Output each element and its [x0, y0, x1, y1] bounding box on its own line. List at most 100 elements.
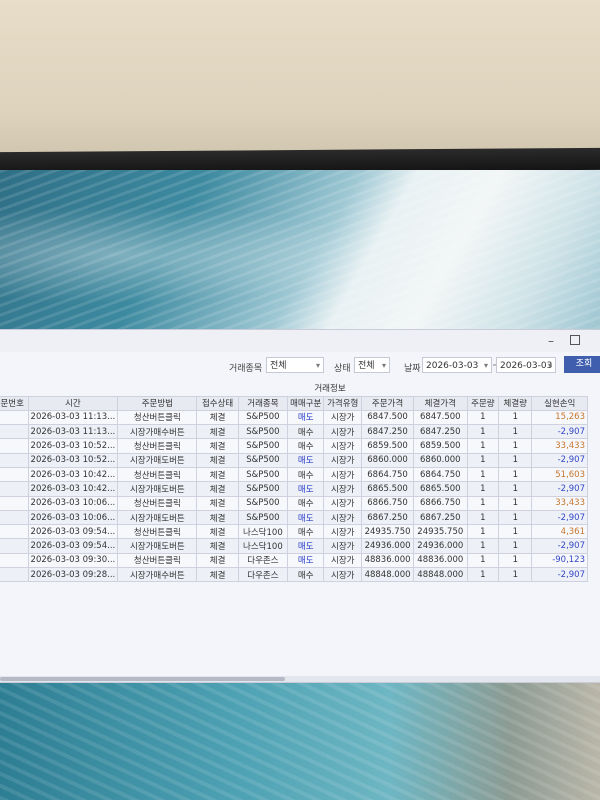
column-header[interactable]: 체결가격 — [412, 395, 468, 411]
table-row[interactable]: 2026-03-03 10:06... 청산버튼클릭 체결 S&P500 매수 시장가 68… — [0, 495, 588, 511]
table-row[interactable]: 2026-03-03 10:52... 청산버튼클릭 체결 S&P500 매수 시장가 68… — [0, 438, 588, 454]
column-header[interactable]: 실현손익 — [531, 395, 588, 411]
table-cell: 1 — [498, 495, 533, 511]
table-row[interactable]: 2026-03-03 09:54... 시장가매도버튼 체결 나스닥100 매도 시장가 2… — [0, 538, 588, 554]
table-row[interactable]: 2026-03-03 09:30... 청산버튼클릭 체결 다우존스 매도 시장가 4883… — [0, 552, 588, 569]
column-header[interactable]: 주문방법 — [117, 395, 198, 411]
table-row[interactable]: 2026-03-03 09:54... 청산버튼클릭 체결 나스닥100 매수 시장가 24… — [0, 524, 588, 540]
date-from-input[interactable]: 2026-03-03 ▾ — [422, 357, 492, 373]
table-cell: 2026-03-03 10:52... — [27, 452, 119, 468]
column-header[interactable]: 시간 — [27, 395, 119, 411]
table-cell: 1 — [498, 509, 533, 526]
table-cell — [0, 495, 29, 511]
table-cell: 2026-03-03 10:42... — [27, 481, 119, 497]
table-cell: 24936.000 — [361, 538, 414, 554]
table-cell: -2,907 — [531, 538, 588, 554]
table-cell: 매수 — [287, 424, 325, 440]
table-row[interactable]: 2026-03-03 10:42... 시장가매도버튼 체결 S&P500 매도 시장가 6… — [0, 481, 588, 497]
table-cell — [0, 438, 29, 454]
table-cell: 2026-03-03 10:42... — [27, 466, 119, 483]
desktop-wallpaper-top — [0, 170, 600, 340]
table-cell: 매수 — [287, 524, 325, 540]
column-header[interactable]: 가격유형 — [323, 395, 363, 411]
table-cell: S&P500 — [237, 509, 289, 526]
table-cell: S&P500 — [237, 409, 289, 426]
table-cell: 시장가 — [323, 495, 363, 511]
table-cell: 1 — [498, 438, 533, 454]
table-cell: 매도 — [287, 509, 325, 526]
table-cell: 시장가 — [323, 524, 363, 540]
table-cell: 48848.000 — [361, 567, 414, 583]
symbol-filter-select[interactable]: 전체 ▾ — [266, 357, 324, 373]
table-cell: 청산버튼클릭 — [117, 495, 198, 511]
table-cell: S&P500 — [237, 495, 289, 511]
column-header[interactable]: 주문가격 — [361, 395, 414, 411]
table-cell — [0, 452, 29, 468]
table-cell: 1 — [466, 495, 500, 511]
column-header[interactable]: 매매구분 — [287, 395, 325, 411]
table-cell — [0, 524, 29, 540]
table-cell: 청산버튼클릭 — [117, 438, 198, 454]
table-cell: 24935.750 — [412, 524, 468, 540]
table-cell: 체결 — [196, 567, 239, 583]
column-header[interactable]: 거래종목 — [237, 395, 289, 411]
table-cell: 매도 — [287, 409, 325, 426]
table-row[interactable]: 2026-03-03 10:06... 시장가매도버튼 체결 S&P500 매도 시장가 6… — [0, 509, 588, 526]
table-cell: 6864.750 — [412, 466, 468, 483]
table-cell: -2,907 — [531, 481, 588, 497]
table-cell: 6847.500 — [361, 409, 414, 426]
table-cell: 체결 — [196, 438, 239, 454]
table-cell: 1 — [466, 538, 500, 554]
table-cell: 1 — [466, 524, 500, 540]
column-header[interactable]: 주문량 — [466, 395, 500, 411]
table-row[interactable]: 2026-03-03 10:42... 청산버튼클릭 체결 S&P500 매수 시장가 68… — [0, 466, 588, 483]
table-cell — [0, 424, 29, 440]
table-cell: 매도 — [287, 481, 325, 497]
table-cell: 시장가 — [323, 409, 363, 426]
table-cell: 1 — [498, 424, 533, 440]
table-cell: 체결 — [196, 452, 239, 468]
symbol-filter-value: 전체 — [270, 361, 287, 371]
table-cell: 체결 — [196, 481, 239, 497]
table-cell: 6866.750 — [412, 495, 468, 511]
table-cell: 나스닥100 — [237, 524, 289, 540]
chevron-down-icon: ▾ — [483, 361, 488, 370]
date-to-input[interactable]: 2026-03-03 ▾ — [496, 357, 556, 373]
column-header[interactable]: 주문번호 — [0, 395, 29, 411]
horizontal-scrollbar[interactable] — [0, 676, 600, 682]
scrollbar-thumb[interactable] — [0, 677, 285, 681]
chevron-down-icon: ▾ — [381, 361, 386, 370]
table-cell: 시장가 — [323, 438, 363, 454]
table-cell: 2026-03-03 10:06... — [27, 495, 119, 511]
column-header[interactable]: 접수상태 — [196, 395, 239, 411]
table-cell: 매수 — [287, 466, 325, 483]
maximize-icon[interactable] — [570, 335, 580, 345]
table-cell: 48836.000 — [361, 552, 414, 569]
table-cell: 체결 — [196, 509, 239, 526]
table-cell: 1 — [498, 552, 533, 569]
status-filter-select[interactable]: 전체 ▾ — [354, 357, 390, 373]
table-cell: S&P500 — [237, 438, 289, 454]
date-to-value: 2026-03-03 — [500, 361, 553, 371]
table-cell: 매도 — [287, 452, 325, 468]
table-row[interactable]: 2026-03-03 11:13... 시장가매수버튼 체결 S&P500 매수 시장가 6… — [0, 424, 588, 440]
table-cell: -2,907 — [531, 509, 588, 526]
column-header[interactable]: 체결량 — [498, 395, 533, 411]
table-cell: 2026-03-03 10:52... — [27, 438, 119, 454]
table-cell: 체결 — [196, 424, 239, 440]
table-row[interactable]: 2026-03-03 11:13... 청산버튼클릭 체결 S&P500 매도 시장가 68… — [0, 409, 588, 426]
table-cell — [0, 466, 29, 483]
table-row[interactable]: 2026-03-03 10:52... 시장가매도버튼 체결 S&P500 매도 시장가 6… — [0, 452, 588, 468]
table-cell: 시장가매수버튼 — [117, 567, 198, 583]
minimize-icon[interactable]: – — [544, 334, 558, 348]
table-cell: 시장가 — [323, 538, 363, 554]
table-cell: 51,603 — [531, 466, 588, 483]
table-cell: 6847.250 — [361, 424, 414, 440]
table-cell: 1 — [498, 481, 533, 497]
table-cell: 시장가매수버튼 — [117, 424, 198, 440]
table-cell: 체결 — [196, 538, 239, 554]
table-cell: 1 — [498, 538, 533, 554]
table-row[interactable]: 2026-03-03 09:28... 시장가매수버튼 체결 다우존스 매수 시장가 488… — [0, 567, 588, 583]
search-button[interactable]: 조회 — [564, 356, 600, 373]
table-cell: 6860.000 — [361, 452, 414, 468]
